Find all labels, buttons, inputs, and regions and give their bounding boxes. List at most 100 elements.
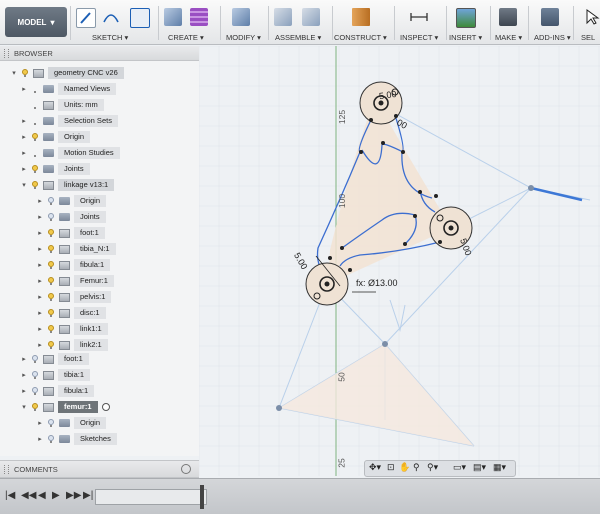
select-group[interactable]: SEL [578, 0, 600, 44]
new-component-icon[interactable] [274, 8, 292, 26]
tree-item-label[interactable]: fibula:1 [74, 259, 111, 271]
tree-item-label[interactable]: foot:1 [74, 227, 105, 239]
visibility-bulb-icon[interactable] [31, 386, 39, 396]
step-back-icon[interactable]: ◀◀ [21, 490, 36, 501]
visual-style-icon[interactable]: ▤▾ [473, 462, 486, 473]
press-pull-icon[interactable] [232, 8, 250, 26]
add-comment-icon[interactable] [181, 464, 191, 474]
collapse-arrow-icon[interactable]: ▾ [10, 69, 18, 77]
visibility-bulb-icon[interactable] [47, 308, 55, 318]
expand-arrow-icon[interactable]: ▸ [20, 165, 28, 173]
3d-print-icon[interactable] [499, 8, 517, 26]
tree-row[interactable]: ▸ Named Views [20, 83, 117, 95]
timeline-features[interactable] [95, 489, 207, 505]
workspace-switcher[interactable]: MODEL ▾ [5, 7, 67, 37]
activate-radio-icon[interactable] [101, 403, 110, 411]
fit-icon[interactable]: ⚲▾ [427, 462, 438, 473]
create-group[interactable]: CREATE ▾ [162, 0, 218, 44]
tree-item-label[interactable]: tibia_N:1 [74, 243, 116, 255]
tree-item-label[interactable]: Units: mm [58, 99, 104, 111]
expand-arrow-icon[interactable]: ▸ [36, 277, 44, 285]
tree-row[interactable]: ▸ tibia_N:1 [36, 243, 116, 255]
expand-arrow-icon[interactable]: ▸ [36, 229, 44, 237]
tree-row[interactable]: ▾ linkage v13:1 [20, 179, 115, 191]
tree-row[interactable]: ▸ tibia:1 [20, 369, 91, 381]
tree-row[interactable]: ▸ Origin [36, 195, 107, 207]
comments-panel[interactable]: COMMENTS [0, 460, 199, 478]
expand-arrow-icon[interactable]: ▸ [36, 341, 44, 349]
extrude-icon[interactable] [164, 8, 182, 26]
design-canvas[interactable]: 5.00 00 5.00 5.00 fx: Ø13.00 125 100 50 … [199, 46, 600, 476]
tree-item-label[interactable]: Named Views [58, 83, 117, 95]
tree-row[interactable]: ▸ link2:1 [36, 339, 108, 351]
expand-arrow-icon[interactable]: ▸ [36, 309, 44, 317]
drag-handle-icon[interactable] [4, 48, 9, 58]
expand-arrow-icon[interactable]: ▸ [36, 261, 44, 269]
collapse-arrow-icon[interactable]: ▾ [20, 403, 28, 411]
tree-row[interactable]: ▸ foot:1 [36, 227, 105, 239]
visibility-bulb-icon[interactable] [31, 370, 39, 380]
expand-arrow-icon[interactable]: ▸ [20, 355, 28, 363]
tree-item-label[interactable]: linkage v13:1 [58, 179, 115, 191]
expand-arrow-icon[interactable]: ▸ [36, 213, 44, 221]
expand-arrow-icon[interactable]: ▸ [36, 325, 44, 333]
construct-group[interactable]: CONSTRUCT ▾ [334, 0, 392, 44]
visibility-bulb-icon[interactable] [47, 228, 55, 238]
rectangle-icon[interactable] [130, 8, 150, 28]
tree-row[interactable]: ▸ Joints [20, 163, 90, 175]
visibility-bulb-icon[interactable] [47, 418, 55, 428]
measure-icon[interactable] [410, 8, 428, 26]
form-icon[interactable] [190, 8, 208, 26]
tree-item-label[interactable]: femur:1 [58, 401, 98, 413]
joint-icon[interactable] [302, 8, 320, 26]
expand-arrow-icon[interactable]: ▸ [20, 387, 28, 395]
step-forward-icon[interactable]: ▶▶ [66, 490, 81, 501]
modify-group[interactable]: MODIFY ▾ [224, 0, 264, 44]
expand-arrow-icon[interactable]: ▸ [36, 419, 44, 427]
tree-row[interactable]: ▸ Femur:1 [36, 275, 114, 287]
tree-row[interactable]: ▸ Joints [36, 211, 106, 223]
drag-handle-icon[interactable] [4, 464, 9, 474]
expand-arrow-icon[interactable]: ▸ [36, 245, 44, 253]
diameter-dimension[interactable]: fx: Ø13.00 [356, 278, 398, 288]
tree-item-label[interactable]: link2:1 [74, 339, 108, 351]
tree-row[interactable]: ▸ Origin [20, 131, 91, 143]
expand-arrow-icon[interactable]: ▸ [20, 149, 28, 157]
zoom-icon[interactable]: ⚲ [413, 462, 420, 473]
look-at-icon[interactable]: ⊡ [387, 462, 395, 473]
go-to-start-icon[interactable]: |◀ [5, 490, 15, 501]
expand-arrow-icon[interactable]: ▸ [36, 293, 44, 301]
tree-item-label[interactable]: Joints [58, 163, 90, 175]
tree-item-label[interactable]: Joints [74, 211, 106, 223]
expand-arrow-icon[interactable]: ▸ [20, 85, 28, 93]
play-back-icon[interactable]: ◀ [38, 490, 46, 501]
expand-arrow-icon[interactable]: ▸ [36, 435, 44, 443]
tree-item-label[interactable]: Origin [58, 131, 91, 143]
browser-header[interactable]: BROWSER [0, 46, 199, 61]
grid-settings-icon[interactable]: ▦▾ [493, 462, 506, 473]
visibility-bulb-icon[interactable] [47, 292, 55, 302]
tree-row[interactable]: ▸ link1:1 [36, 323, 108, 335]
tree-item-label[interactable]: Selection Sets [58, 115, 118, 127]
visibility-bulb-icon[interactable] [47, 276, 55, 286]
tree-row[interactable]: ▸ fibula:1 [20, 385, 95, 397]
expand-arrow-icon[interactable]: ▸ [20, 371, 28, 379]
tree-row[interactable]: ▸ Selection Sets [20, 115, 118, 127]
tree-item-label[interactable]: disc:1 [74, 307, 106, 319]
tree-item-label[interactable]: tibia:1 [58, 369, 91, 381]
visibility-bulb-icon[interactable] [31, 164, 39, 174]
tree-item-label[interactable]: geometry CNC v26 [48, 67, 124, 79]
insert-image-icon[interactable] [456, 8, 476, 28]
tree-item-label[interactable]: Motion Studies [58, 147, 120, 159]
tree-item-label[interactable]: pelvis:1 [74, 291, 112, 303]
go-to-end-icon[interactable]: ▶| [83, 490, 93, 501]
tree-row[interactable]: ▾ femur:1 [20, 401, 110, 413]
create-sketch-icon[interactable] [76, 8, 96, 28]
tree-row[interactable]: ▾ geometry CNC v26 [10, 67, 124, 79]
expand-arrow-icon[interactable]: ▸ [36, 197, 44, 205]
arc-icon[interactable] [102, 8, 120, 26]
tree-row[interactable]: ▸ Motion Studies [20, 147, 120, 159]
select-arrow-icon[interactable] [584, 8, 600, 26]
tree-row[interactable]: ▸ Sketches [36, 433, 117, 445]
tree-item-label[interactable]: Sketches [74, 433, 117, 445]
